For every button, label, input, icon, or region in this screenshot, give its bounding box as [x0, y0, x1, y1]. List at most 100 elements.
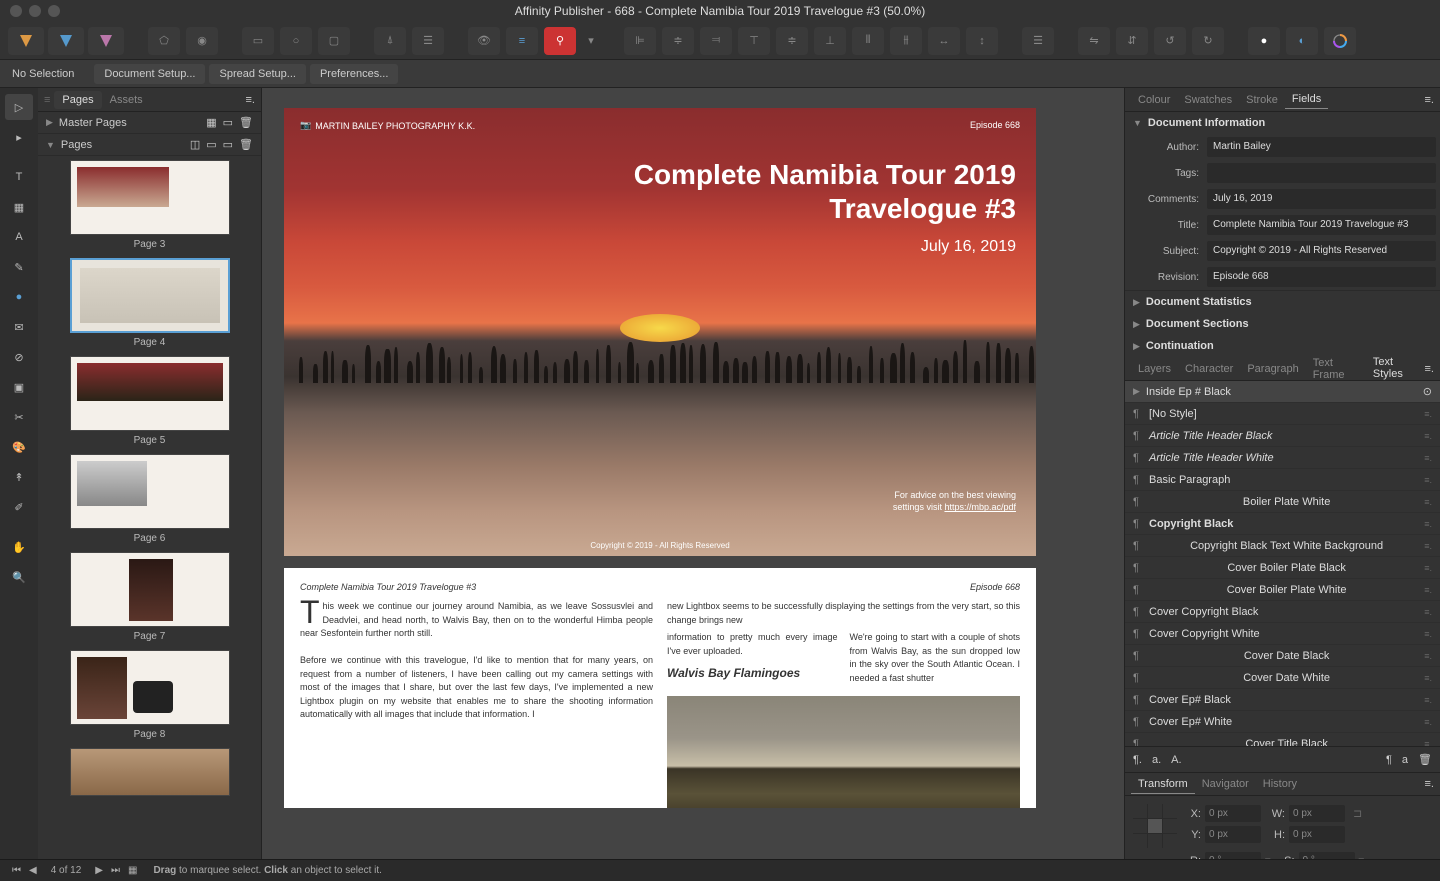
rotate-cw-icon[interactable]: ↻ — [1192, 27, 1224, 55]
text-style-row[interactable]: ¶Article Title Header White≡. — [1125, 447, 1440, 469]
crop-tool[interactable]: ✂ — [5, 404, 33, 430]
picture-frame-tool[interactable]: ▣ — [5, 374, 33, 400]
text-style-row[interactable]: ¶[No Style]≡. — [1125, 403, 1440, 425]
pages-row[interactable]: ▼ Pages ◫ ▭ ▭ 🗑 — [38, 134, 261, 156]
author-field[interactable]: Martin Bailey — [1207, 137, 1436, 157]
doc-stats-header[interactable]: ▶Document Statistics — [1125, 291, 1440, 313]
panel-opts3-icon[interactable]: ≡. — [1425, 778, 1434, 790]
thumb-page-4[interactable]: Page 4 — [44, 258, 255, 348]
textstyles-tab[interactable]: Text Styles — [1366, 353, 1425, 384]
rounded-icon[interactable]: ▢ — [318, 27, 350, 55]
flip-h-icon[interactable]: ⇋ — [1078, 27, 1110, 55]
layers-tab[interactable]: Layers — [1131, 360, 1178, 378]
thumb-page-9[interactable] — [44, 748, 255, 796]
spread-setup-button[interactable]: Spread Setup... — [209, 64, 305, 84]
align-top-icon[interactable]: ⊤ — [738, 27, 770, 55]
shape-tool-icon[interactable]: ⬠ — [148, 27, 180, 55]
w-field[interactable]: 0 px — [1289, 805, 1345, 822]
ellipse-icon[interactable]: ○ — [280, 27, 312, 55]
revision-field[interactable]: Episode 668 — [1207, 267, 1436, 287]
assets-tab[interactable]: Assets — [102, 91, 151, 109]
publisher-persona[interactable] — [8, 27, 44, 55]
article-page[interactable]: Complete Namibia Tour 2019 Travelogue #3… — [284, 568, 1036, 808]
master-dup-icon[interactable]: ▭ — [223, 116, 233, 129]
panel-options-icon[interactable]: ≡. — [246, 94, 255, 106]
space-h-icon[interactable]: ↔ — [928, 27, 960, 55]
node-tool[interactable]: ▸ — [5, 124, 33, 150]
prev-page-button[interactable]: ◀ — [25, 865, 41, 876]
preview-icon[interactable]: 👁 — [468, 27, 500, 55]
thumb-page-7[interactable]: Page 7 — [44, 552, 255, 642]
first-page-button[interactable]: ⏮ — [8, 865, 25, 876]
baseline-icon[interactable]: ≡ — [506, 27, 538, 55]
text-style-row[interactable]: ¶Cover Copyright White≡. — [1125, 623, 1440, 645]
snap-menu[interactable]: ▾ — [582, 27, 600, 55]
anchor-picker[interactable] — [1133, 804, 1177, 848]
fill-tool[interactable]: ● — [5, 284, 33, 310]
preferences-button[interactable]: Preferences... — [310, 64, 398, 84]
text-style-row[interactable]: ¶Copyright Black Text White Background≡. — [1125, 535, 1440, 557]
text-style-row[interactable]: ¶Boiler Plate White≡. — [1125, 491, 1440, 513]
doc-sections-header[interactable]: ▶Document Sections — [1125, 313, 1440, 335]
text-style-row[interactable]: ¶Cover Boiler Plate White≡. — [1125, 579, 1440, 601]
photo-persona[interactable] — [88, 27, 124, 55]
reset-para-icon[interactable]: ¶ — [1386, 754, 1392, 766]
para-style-icon[interactable]: ¶. — [1133, 754, 1142, 766]
move-tool[interactable]: ▷ — [5, 94, 33, 120]
current-style-row[interactable]: ▶Inside Ep # Black⊙ — [1125, 381, 1440, 403]
delete-style-icon[interactable]: 🗑 — [1418, 753, 1432, 766]
paragraph-tab[interactable]: Paragraph — [1240, 360, 1305, 378]
text-style-row[interactable]: ¶Basic Paragraph≡. — [1125, 469, 1440, 491]
pages-tab[interactable]: Pages — [54, 91, 101, 109]
page-dup-icon[interactable]: ▭ — [223, 138, 233, 151]
master-add-icon[interactable]: ▦ — [206, 116, 216, 129]
document-setup-button[interactable]: Document Setup... — [94, 64, 205, 84]
colour-wheel-icon[interactable] — [1324, 27, 1356, 55]
stroke-tab[interactable]: Stroke — [1239, 91, 1285, 109]
group-style-icon[interactable]: A. — [1171, 754, 1181, 766]
colour-circle-icon[interactable]: ● — [1248, 27, 1280, 55]
panel-menu-icon[interactable]: ≡ — [44, 94, 54, 106]
master-pages-row[interactable]: ▶ Master Pages ▦ ▭ 🗑 — [38, 112, 261, 134]
doc-info-header[interactable]: ▼Document Information — [1125, 112, 1440, 134]
text-style-row[interactable]: ¶Cover Ep# White≡. — [1125, 711, 1440, 733]
h-field[interactable]: 0 px — [1289, 826, 1345, 843]
tags-field[interactable] — [1207, 163, 1436, 183]
snap-icon[interactable]: ⚲ — [544, 27, 576, 55]
distribute-h-icon[interactable]: ⫴ — [852, 27, 884, 55]
pen-tool[interactable]: ✐ — [5, 494, 33, 520]
align-bottom-icon[interactable]: ⊥ — [814, 27, 846, 55]
history-tab[interactable]: History — [1256, 775, 1304, 793]
close-window[interactable] — [10, 5, 22, 17]
panel-opts2-icon[interactable]: ≡. — [1425, 363, 1434, 375]
transparency-tool[interactable]: ⊘ — [5, 344, 33, 370]
designer-persona[interactable] — [48, 27, 84, 55]
spread-view-icon[interactable]: ▦ — [124, 865, 141, 876]
navigator-tab[interactable]: Navigator — [1195, 775, 1256, 793]
page-spread-icon[interactable]: ◫ — [190, 138, 200, 151]
frame-text-tool[interactable]: T — [5, 164, 33, 190]
minimize-window[interactable] — [29, 5, 41, 17]
swatches-tab[interactable]: Swatches — [1177, 91, 1239, 109]
page-del-icon[interactable]: 🗑 — [239, 138, 253, 151]
align-icon[interactable]: ☰ — [412, 27, 444, 55]
thumb-page-5[interactable]: Page 5 — [44, 356, 255, 446]
textframe-tab[interactable]: Text Frame — [1306, 354, 1366, 384]
text-style-row[interactable]: ¶Cover Title Black≡. — [1125, 733, 1440, 746]
thumb-page-8[interactable]: Page 8 — [44, 650, 255, 740]
page-add-icon[interactable]: ▭ — [206, 138, 216, 151]
panel-opts-icon[interactable]: ≡. — [1425, 94, 1434, 106]
text-style-row[interactable]: ¶Cover Copyright Black≡. — [1125, 601, 1440, 623]
canvas[interactable]: 📷MARTIN BAILEY PHOTOGRAPHY K.K. Episode … — [262, 88, 1124, 881]
text-style-row[interactable]: ¶Cover Ep# Black≡. — [1125, 689, 1440, 711]
reset-char-icon[interactable]: a — [1402, 754, 1408, 766]
title-field[interactable]: Complete Namibia Tour 2019 Travelogue #3 — [1207, 215, 1436, 235]
align-right-icon[interactable]: ⫤ — [700, 27, 732, 55]
align-left-icon[interactable]: ⊫ — [624, 27, 656, 55]
table-tool[interactable]: ▦ — [5, 194, 33, 220]
transform-tab[interactable]: Transform — [1131, 775, 1195, 794]
thumb-page-3[interactable]: Page 3 — [44, 160, 255, 250]
text-style-row[interactable]: ¶Cover Date Black≡. — [1125, 645, 1440, 667]
colour-stack-icon[interactable]: ◐ — [1286, 27, 1318, 55]
align-middle-icon[interactable]: ≑ — [776, 27, 808, 55]
